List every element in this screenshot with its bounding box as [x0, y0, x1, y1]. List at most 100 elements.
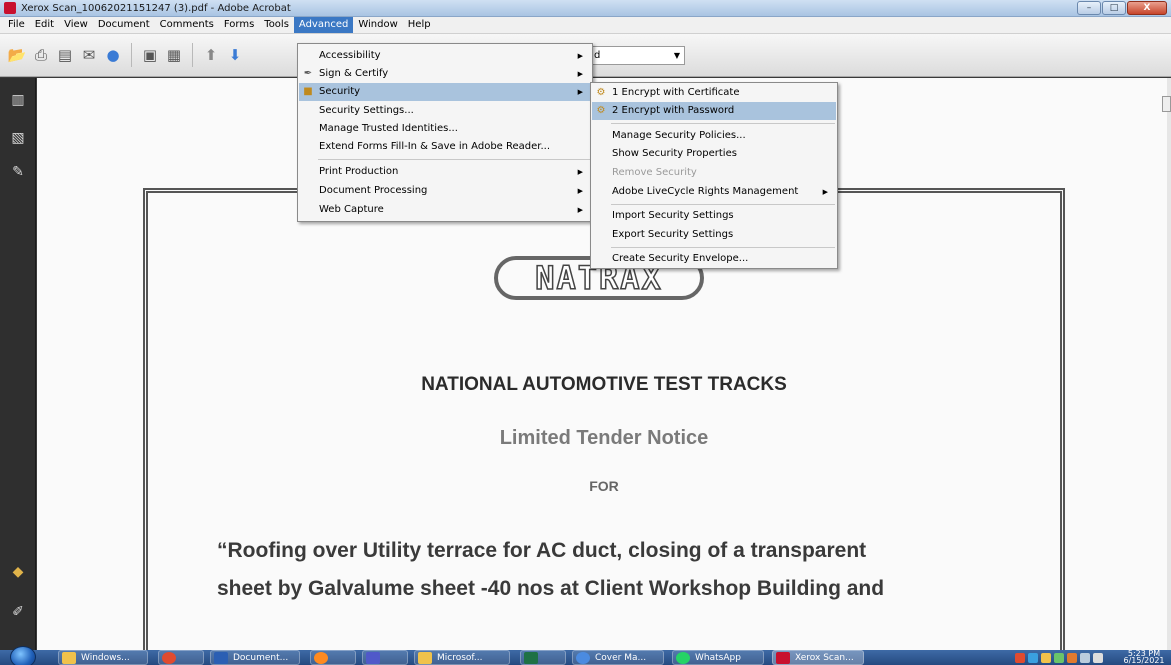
- word-icon: [214, 652, 228, 664]
- chrome-icon: [162, 652, 176, 664]
- previous-page-icon[interactable]: ⬆: [202, 46, 220, 64]
- taskbar: Windows... Document... Microsof... Cover…: [0, 646, 1171, 665]
- menu-item-print-production[interactable]: Print Production ▶: [299, 163, 591, 181]
- menu-item-label: Export Security Settings: [612, 229, 734, 240]
- taskbar-item-teams[interactable]: [362, 650, 408, 665]
- taskbar-item-cover[interactable]: Cover Ma...: [572, 650, 664, 665]
- menu-item-create-security-envelope[interactable]: Create Security Envelope...: [592, 250, 836, 268]
- menu-window[interactable]: Window: [353, 17, 402, 33]
- collaborate-icon[interactable]: ●: [104, 46, 122, 64]
- tray-icon[interactable]: [1041, 652, 1051, 663]
- menu-comments[interactable]: Comments: [155, 17, 219, 33]
- task-label: Document...: [233, 652, 289, 663]
- title-bar: Xerox Scan_10062021151247 (3).pdf - Adob…: [0, 0, 1171, 17]
- task-label: Windows...: [81, 652, 130, 663]
- menu-item-sign-certify[interactable]: ✒ Sign & Certify ▶: [299, 65, 591, 83]
- menu-item-extend-forms[interactable]: Extend Forms Fill-In & Save in Adobe Rea…: [299, 138, 591, 156]
- system-tray: [1015, 650, 1103, 665]
- close-button[interactable]: X: [1127, 1, 1167, 15]
- minimize-button[interactable]: –: [1077, 1, 1101, 15]
- menu-document[interactable]: Document: [93, 17, 155, 33]
- lock-icon: ■: [303, 86, 313, 97]
- taskbar-item-firefox[interactable]: [310, 650, 356, 665]
- menu-item-remove-security: Remove Security: [592, 164, 836, 182]
- excel-icon: [524, 652, 538, 664]
- next-page-icon[interactable]: ⬇: [226, 46, 244, 64]
- menu-item-security[interactable]: ■ Security ▶: [299, 83, 591, 101]
- tray-icon[interactable]: [1015, 652, 1025, 663]
- menu-item-encrypt-certificate[interactable]: ⚙ 1 Encrypt with Certificate: [592, 84, 836, 102]
- zoom-combo[interactable]: d ▼: [590, 46, 685, 65]
- submenu-arrow-icon: ▶: [577, 70, 583, 78]
- menu-item-import-security-settings[interactable]: Import Security Settings: [592, 207, 836, 225]
- menu-item-label: Adobe LiveCycle Rights Management: [612, 186, 799, 197]
- volume-icon[interactable]: [1093, 652, 1103, 663]
- menu-item-export-security-settings[interactable]: Export Security Settings: [592, 226, 836, 244]
- fit-width-icon[interactable]: ▦: [165, 46, 183, 64]
- menu-item-document-processing[interactable]: Document Processing ▶: [299, 182, 591, 200]
- save-icon[interactable]: ▤: [56, 46, 74, 64]
- submenu-arrow-icon: ▶: [577, 52, 583, 60]
- tray-icon[interactable]: [1054, 652, 1064, 663]
- menu-item-label: Manage Security Policies...: [612, 130, 746, 141]
- menu-item-manage-trusted-identities[interactable]: Manage Trusted Identities...: [299, 120, 591, 138]
- menu-item-web-capture[interactable]: Web Capture ▶: [299, 201, 591, 219]
- menu-item-manage-security-policies[interactable]: Manage Security Policies...: [592, 127, 836, 145]
- toolbar-separator: [131, 43, 132, 67]
- menu-item-encrypt-password[interactable]: ⚙ 2 Encrypt with Password: [592, 102, 836, 120]
- print-icon[interactable]: ⎙: [32, 46, 50, 64]
- panel-toggle-tab[interactable]: [1162, 96, 1171, 112]
- menu-advanced[interactable]: Advanced: [293, 17, 354, 33]
- tray-icon[interactable]: [1067, 652, 1077, 663]
- menu-item-label: Show Security Properties: [612, 148, 737, 159]
- system-clock[interactable]: 5:23 PM 6/15/2021: [1118, 650, 1170, 665]
- taskbar-item-document[interactable]: Document...: [210, 650, 300, 665]
- comments-icon[interactable]: ◆: [9, 564, 27, 582]
- chevron-down-icon[interactable]: ▼: [674, 47, 680, 64]
- menu-help[interactable]: Help: [403, 17, 436, 33]
- certificate-icon: ⚙: [596, 87, 606, 98]
- vertical-scrollbar[interactable]: [1167, 78, 1171, 650]
- menu-tools[interactable]: Tools: [259, 17, 294, 33]
- start-button[interactable]: [10, 646, 36, 665]
- menu-item-label: Web Capture: [319, 204, 384, 215]
- menu-item-label: Security: [319, 86, 361, 97]
- taskbar-item-acrobat[interactable]: Xerox Scan...: [772, 650, 864, 665]
- bookmarks-icon[interactable]: ▧: [9, 130, 27, 148]
- taskbar-item-microsoft[interactable]: Microsof...: [414, 650, 510, 665]
- menu-bar: File Edit View Document Comments Forms T…: [0, 17, 1171, 34]
- firefox-icon: [314, 652, 328, 664]
- security-submenu: ⚙ 1 Encrypt with Certificate ⚙ 2 Encrypt…: [590, 82, 838, 269]
- network-icon[interactable]: [1080, 652, 1090, 663]
- menu-item-label: Create Security Envelope...: [612, 253, 749, 264]
- menu-view[interactable]: View: [59, 17, 93, 33]
- menu-forms[interactable]: Forms: [219, 17, 259, 33]
- menu-item-label: Accessibility: [319, 50, 381, 61]
- taskbar-item-excel[interactable]: [520, 650, 566, 665]
- taskbar-item-whatsapp[interactable]: WhatsApp: [672, 650, 764, 665]
- taskbar-item-chrome[interactable]: [158, 650, 204, 665]
- tray-icon[interactable]: [1028, 652, 1038, 663]
- maximize-button[interactable]: □: [1102, 1, 1126, 15]
- signatures-icon[interactable]: ✎: [9, 164, 27, 182]
- open-icon[interactable]: 📂: [8, 46, 27, 64]
- zoom-combo-value: d: [594, 50, 601, 61]
- password-icon: ⚙: [596, 105, 606, 116]
- navigation-panel: ▥ ▧ ✎ ◆ ✐: [0, 78, 36, 650]
- menu-item-livecycle-rights[interactable]: Adobe LiveCycle Rights Management ▶: [592, 183, 836, 201]
- document-subheading: Limited Tender Notice: [499, 427, 709, 449]
- menu-item-security-settings[interactable]: Security Settings...: [299, 102, 591, 120]
- pen-icon: ✒: [303, 68, 313, 79]
- pages-icon[interactable]: ▥: [9, 92, 27, 110]
- attachments-icon[interactable]: ✐: [9, 604, 27, 622]
- fit-page-icon[interactable]: ▣: [141, 46, 159, 64]
- menu-item-show-security-properties[interactable]: Show Security Properties: [592, 145, 836, 163]
- menu-file[interactable]: File: [3, 17, 30, 33]
- task-label: Microsof...: [437, 652, 483, 663]
- menu-item-accessibility[interactable]: Accessibility ▶: [299, 47, 591, 65]
- menu-edit[interactable]: Edit: [30, 17, 59, 33]
- taskbar-item-windows[interactable]: Windows...: [58, 650, 148, 665]
- window-title: Xerox Scan_10062021151247 (3).pdf - Adob…: [21, 2, 291, 14]
- email-icon[interactable]: ✉: [80, 46, 98, 64]
- body-line: “Roofing over Utility terrace for AC duc…: [217, 539, 867, 562]
